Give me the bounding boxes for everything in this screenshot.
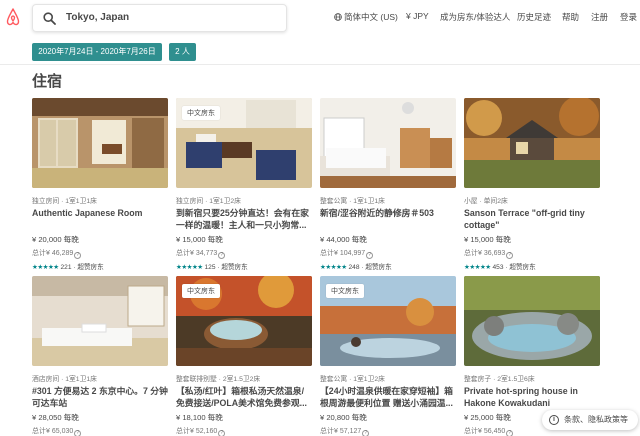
search-input-value[interactable]: Tokyo, Japan (66, 12, 129, 23)
airbnb-logo-icon[interactable] (6, 8, 20, 26)
stars-icon: ★★★★★ (32, 264, 59, 271)
dates-filter-button[interactable]: 2020年7月24日 - 2020年7月26日 (32, 43, 162, 61)
listing-card[interactable]: 中文房东 整套联排别墅 · 2室1.5卫2床 【私汤/红叶】箱根私汤天然温泉/免… (176, 276, 312, 436)
listing-total: 总计¥ 46,289? (32, 248, 168, 259)
listing-photo[interactable] (32, 276, 168, 366)
host-language-badge: 中文房东 (182, 106, 220, 120)
become-host-link[interactable]: 成为房东/体验达人 (440, 11, 510, 23)
stars-icon: ★★★★★ (320, 264, 347, 271)
listing-type: 独立房间 · 1室1卫1床 (32, 198, 97, 205)
listing-title[interactable]: #301 方便易达 2 东京中心。7 分钟可达车站 (32, 385, 168, 409)
listing-total: 总计¥ 104,997? (320, 248, 456, 259)
help-icon[interactable]: ? (362, 430, 370, 436)
language-label: 简体中文 (US) (344, 12, 398, 22)
listing-card[interactable]: 独立房间 · 1室1卫1床 Authentic Japanese Room ¥ … (32, 98, 168, 271)
help-icon[interactable]: ? (506, 252, 514, 259)
listing-rating: ★★★★★ 248 · 超赞房东 (320, 264, 392, 271)
host-language-badge: 中文房东 (326, 284, 364, 298)
listing-card[interactable]: 酒店房间 · 1室1卫1床 #301 方便易达 2 东京中心。7 分钟可达车站 … (32, 276, 168, 436)
top-bar: Tokyo, Japan 简体中文 (US) ¥ JPY 成为房东/体验达人 历… (0, 0, 640, 36)
help-icon[interactable]: ? (74, 430, 82, 436)
listing-price: ¥ 18,100 每晚 (176, 413, 223, 422)
header-divider (0, 64, 640, 65)
listing-type: 整套房子 · 2室1.5卫6床 (464, 376, 535, 383)
listing-type: 小屋 · 单间2床 (464, 198, 508, 205)
listing-card[interactable]: 中文房东 整套公寓 · 1室1卫2床 【24小时温泉供暖在家穿短袖】箱根周游最便… (320, 276, 456, 436)
listing-type: 整套联排别墅 · 2室1.5卫2床 (176, 376, 261, 383)
listing-total: 总计¥ 65,030? (32, 426, 168, 436)
listing-title[interactable]: Authentic Japanese Room (32, 207, 168, 231)
stars-icon: ★★★★★ (176, 264, 203, 271)
stars-icon: ★★★★★ (464, 264, 491, 271)
listing-price: ¥ 15,000 每晚 (464, 235, 511, 244)
listing-title[interactable]: 到新宿只要25分钟直达！会有在家一样的温暖！主人和一只小狗常... (176, 207, 312, 231)
listing-price: ¥ 44,000 每晚 (320, 235, 367, 244)
listing-photo[interactable]: 中文房东 (320, 276, 456, 366)
currency-selector[interactable]: ¥ JPY (406, 11, 429, 21)
listing-title[interactable]: 【私汤/红叶】箱根私汤天然温泉/免费接送/POLA美术馆免费参观... (176, 385, 312, 409)
listing-title[interactable]: Private hot-spring house in Hakone Kowak… (464, 385, 600, 409)
help-icon[interactable]: ? (218, 430, 226, 436)
listing-title[interactable]: 【24小时温泉供暖在家穿短袖】箱根周游最便利位置 赠送小涌园温... (320, 385, 456, 409)
help-icon[interactable]: ? (506, 430, 514, 436)
listing-price: ¥ 20,000 每晚 (32, 235, 79, 244)
help-icon[interactable]: ? (366, 252, 374, 259)
listing-card[interactable]: 整套公寓 · 1室1卫1床 新宿/涩谷附近的静修房＃503 ¥ 44,000 每… (320, 98, 456, 271)
login-link[interactable]: 登录 (620, 11, 637, 23)
listing-type: 酒店房间 · 1室1卫1床 (32, 376, 97, 383)
listing-title[interactable]: Sanson Terrace "off-grid tiny cottage" (464, 207, 600, 231)
terms-privacy-label: 条款、隐私政策等 (564, 415, 628, 424)
listing-photo[interactable] (32, 98, 168, 188)
listing-card[interactable]: 中文房东 独立房间 · 1室1卫2床 到新宿只要25分钟直达！会有在家一样的温暖… (176, 98, 312, 271)
listing-type: 独立房间 · 1室1卫2床 (176, 198, 241, 205)
info-icon: i (549, 415, 559, 425)
listing-type: 整套公寓 · 1室1卫2床 (320, 376, 385, 383)
listing-total: 总计¥ 34,773? (176, 248, 312, 259)
listing-type: 整套公寓 · 1室1卫1床 (320, 198, 385, 205)
terms-privacy-button[interactable]: i 条款、隐私政策等 (542, 410, 638, 430)
search-icon (43, 12, 56, 25)
listing-price: ¥ 28,050 每晚 (32, 413, 79, 422)
history-link[interactable]: 历史足迹 (517, 11, 551, 23)
listing-photo[interactable] (464, 276, 600, 366)
section-title: 住宿 (32, 73, 63, 90)
listing-title[interactable]: 新宿/涩谷附近的静修房＃503 (320, 207, 456, 231)
listing-rating: ★★★★★ 221 · 超赞房东 (32, 264, 104, 271)
listing-price: ¥ 15,000 每晚 (176, 235, 223, 244)
listing-card[interactable]: 小屋 · 单间2床 Sanson Terrace "off-grid tiny … (464, 98, 600, 271)
help-link[interactable]: 帮助 (562, 11, 579, 23)
listing-photo[interactable] (464, 98, 600, 188)
listing-photo[interactable] (320, 98, 456, 188)
signup-link[interactable]: 注册 (591, 11, 608, 23)
globe-icon (334, 13, 342, 21)
guests-filter-button[interactable]: 2 人 (169, 43, 196, 61)
listing-photo[interactable]: 中文房东 (176, 276, 312, 366)
listing-rating: ★★★★★ 125 · 超赞房东 (176, 264, 248, 271)
listing-price: ¥ 20,800 每晚 (320, 413, 367, 422)
listing-photo[interactable]: 中文房东 (176, 98, 312, 188)
help-icon[interactable]: ? (218, 252, 226, 259)
language-selector[interactable]: 简体中文 (US) (334, 11, 398, 23)
search-bar[interactable]: Tokyo, Japan (32, 4, 287, 32)
listing-total: 总计¥ 52,160? (176, 426, 312, 436)
listing-rating: ★★★★★ 453 · 超赞房东 (464, 264, 536, 271)
host-language-badge: 中文房东 (182, 284, 220, 298)
listing-total: 总计¥ 57,127? (320, 426, 456, 436)
listing-total: 总计¥ 36,693? (464, 248, 600, 259)
help-icon[interactable]: ? (74, 252, 82, 259)
